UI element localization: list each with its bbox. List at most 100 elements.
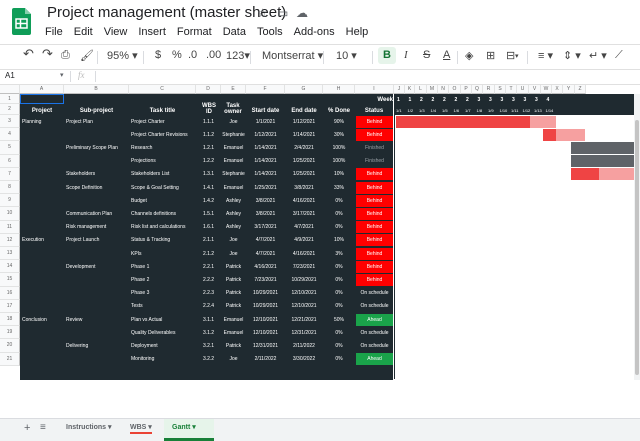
task-done[interactable]: 0%	[323, 356, 355, 362]
task-end[interactable]: 2/4/2021	[285, 145, 323, 151]
task-owner[interactable]: Joe	[221, 237, 246, 243]
row-header[interactable]: 2	[0, 104, 20, 115]
task-title[interactable]: Status & Tracking	[131, 237, 196, 243]
column-header[interactable]: E	[221, 85, 246, 94]
task-title[interactable]: Monitoring	[131, 356, 196, 362]
task-start[interactable]: 12/31/2021	[246, 343, 285, 349]
task-status-badge[interactable]: Behind	[356, 194, 393, 207]
task-wbs[interactable]: 2.1.1	[196, 237, 221, 243]
sheet-tab-wbs[interactable]: WBS ▾	[130, 423, 152, 434]
menu-file[interactable]: File	[45, 26, 63, 38]
task-done[interactable]: 0%	[323, 330, 355, 336]
row-header[interactable]: 16	[0, 286, 20, 300]
text-wrap-icon[interactable]: ↵ ▾	[589, 49, 607, 62]
undo-icon[interactable]: ↶	[23, 46, 34, 62]
name-box[interactable]: A1	[5, 71, 15, 80]
print-icon[interactable]: ⎙	[61, 49, 70, 62]
menu-edit[interactable]: Edit	[74, 26, 93, 38]
task-start[interactable]: 4/7/2021	[246, 251, 285, 257]
task-start[interactable]: 2/11/2022	[246, 356, 285, 362]
fill-color-icon[interactable]: ◈	[465, 49, 473, 62]
task-done[interactable]: 0%	[323, 303, 355, 309]
task-done[interactable]: 0%	[323, 211, 355, 217]
row-header[interactable]: 3	[0, 115, 20, 129]
task-start[interactable]: 1/1/2021	[246, 119, 285, 125]
task-end[interactable]: 12/10/2021	[285, 303, 323, 309]
column-header[interactable]: K	[405, 85, 415, 94]
menu-view[interactable]: View	[104, 26, 128, 38]
row-header[interactable]: 15	[0, 273, 20, 287]
column-header[interactable]: U	[517, 85, 529, 94]
task-start[interactable]: 4/7/2021	[246, 237, 285, 243]
task-status-badge[interactable]: Behind	[356, 247, 393, 260]
task-title[interactable]: Phase 3	[131, 290, 196, 296]
task-status-badge[interactable]: Behind	[356, 181, 393, 194]
task-done[interactable]: 0%	[323, 277, 355, 283]
task-owner[interactable]: Patrick	[221, 303, 246, 309]
task-start[interactable]: 1/25/2021	[246, 185, 285, 191]
column-header[interactable]: F	[246, 85, 285, 94]
task-status-badge[interactable]: On schedule	[356, 340, 393, 352]
task-status-badge[interactable]: Finished	[356, 155, 393, 168]
task-done[interactable]: 50%	[323, 317, 355, 323]
task-end[interactable]: 4/9/2021	[285, 237, 323, 243]
task-start[interactable]: 10/29/2021	[246, 303, 285, 309]
task-wbs[interactable]: 2.2.4	[196, 303, 221, 309]
row-header[interactable]: 17	[0, 299, 20, 313]
strikethrough-button[interactable]: S	[423, 49, 430, 61]
task-end[interactable]: 12/10/2021	[285, 290, 323, 296]
column-header[interactable]: L	[415, 85, 427, 94]
task-subproject[interactable]: Stakeholders	[66, 171, 129, 177]
zoom-select[interactable]: 95% ▾	[107, 49, 138, 62]
vertical-align-icon[interactable]: ⇕ ▾	[563, 49, 581, 62]
task-title[interactable]: Research	[131, 145, 196, 151]
task-wbs[interactable]: 3.1.1	[196, 317, 221, 323]
task-subproject[interactable]: Delivering	[66, 343, 129, 349]
task-done[interactable]: 10%	[323, 237, 355, 243]
column-header[interactable]: M	[427, 85, 438, 94]
task-status-badge[interactable]: Behind	[356, 208, 393, 220]
task-done[interactable]: 0%	[323, 198, 355, 204]
task-owner[interactable]: Patrick	[221, 277, 246, 283]
row-header[interactable]: 6	[0, 154, 20, 168]
task-end[interactable]: 3/17/2021	[285, 211, 323, 217]
task-wbs[interactable]: 3.2.2	[196, 356, 221, 362]
task-owner[interactable]: Joe	[221, 251, 246, 257]
currency-format-button[interactable]: $	[155, 49, 161, 61]
task-end[interactable]: 10/29/2021	[285, 277, 323, 283]
row-header[interactable]: 20	[0, 339, 20, 353]
task-wbs[interactable]: 2.1.2	[196, 251, 221, 257]
task-start[interactable]: 1/14/2021	[246, 158, 285, 164]
task-start[interactable]: 7/23/2021	[246, 277, 285, 283]
task-title[interactable]: Tests	[131, 303, 196, 309]
column-header[interactable]: R	[483, 85, 495, 94]
row-header[interactable]: 21	[0, 352, 20, 366]
task-done[interactable]: 100%	[323, 145, 355, 151]
column-header[interactable]: Y	[563, 85, 575, 94]
row-header[interactable]: 18	[0, 313, 20, 327]
task-title[interactable]: Risk list and calculations	[131, 224, 196, 230]
document-title[interactable]: Project management (master sheet)	[47, 4, 286, 21]
column-header[interactable]: W	[541, 85, 552, 94]
task-end[interactable]: 3/8/2021	[285, 185, 323, 191]
task-end[interactable]: 1/12/2021	[285, 119, 323, 125]
task-end[interactable]: 12/31/2021	[285, 330, 323, 336]
task-status-badge[interactable]: On schedule	[356, 326, 393, 339]
task-status-badge[interactable]: Behind	[356, 260, 393, 273]
task-title[interactable]: Project Charter Revisions	[131, 132, 196, 138]
task-status-badge[interactable]: Finished	[356, 142, 393, 154]
task-wbs[interactable]: 1.1.2	[196, 132, 221, 138]
task-title[interactable]: Phase 2	[131, 277, 196, 283]
task-title[interactable]: Phase 1	[131, 264, 196, 270]
task-wbs[interactable]: 1.1.1	[196, 119, 221, 125]
task-end[interactable]: 4/16/2021	[285, 251, 323, 257]
sheet-tab-instructions[interactable]: Instructions ▾	[66, 423, 112, 431]
row-header[interactable]: 5	[0, 141, 20, 155]
task-wbs[interactable]: 1.2.1	[196, 145, 221, 151]
decrease-decimal-button[interactable]: .0	[188, 49, 197, 61]
task-owner[interactable]: Stephanie	[221, 132, 246, 138]
task-end[interactable]: 1/25/2021	[285, 158, 323, 164]
task-status-badge[interactable]: Ahead	[356, 313, 393, 326]
cloud-saved-icon[interactable]: ☁	[296, 6, 308, 20]
task-wbs[interactable]: 3.1.2	[196, 330, 221, 336]
